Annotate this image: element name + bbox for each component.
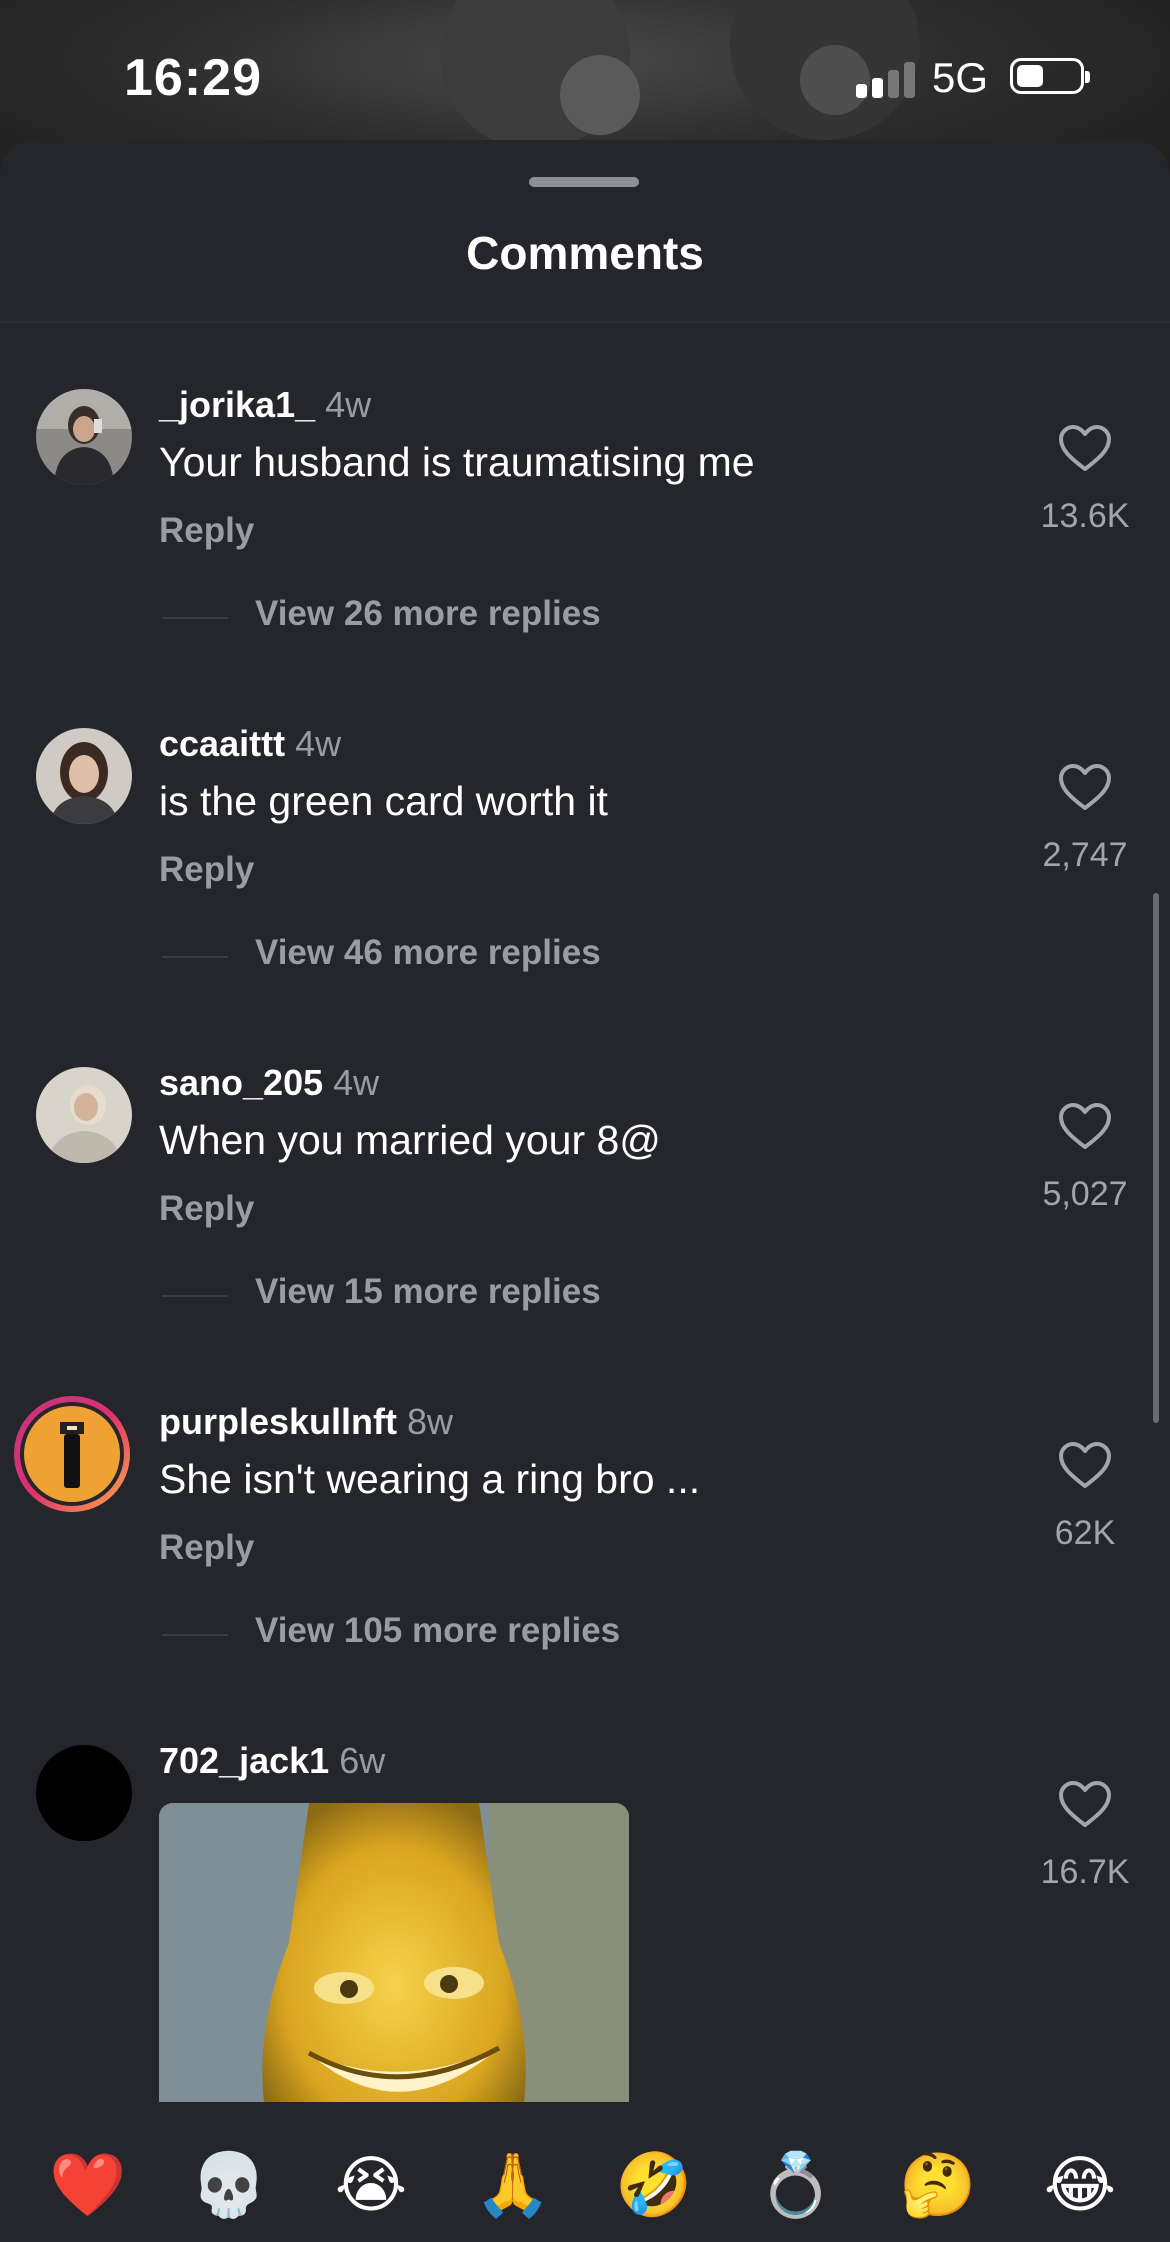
emoji-ring[interactable]: 💍: [756, 2146, 836, 2226]
heart-icon: [1059, 764, 1111, 810]
comment-username[interactable]: purpleskullnft: [159, 1401, 397, 1442]
drag-handle[interactable]: [529, 177, 639, 187]
comment-age: 4w: [325, 384, 372, 425]
comment-username[interactable]: ccaaittt: [159, 723, 285, 764]
like-count: 5,027: [1042, 1175, 1128, 1213]
sheet-title: Comments: [466, 227, 704, 279]
comment-age: 4w: [295, 723, 342, 764]
comment-text: is the green card worth it: [159, 778, 608, 824]
like-button[interactable]: [1040, 1101, 1130, 1151]
emoji-bar: ❤️ 💀 😭 🙏 🤣 💍 🤔 😂: [0, 2102, 1170, 2242]
like-count: 2,747: [1042, 836, 1128, 874]
comment-age: 6w: [339, 1740, 386, 1781]
like-count: 13.6K: [1040, 497, 1130, 535]
like-button[interactable]: [1040, 762, 1130, 812]
comment-age: 4w: [333, 1062, 380, 1103]
comment-username[interactable]: 702_jack1: [159, 1740, 329, 1781]
scrollbar[interactable]: [1153, 893, 1159, 1423]
like-count: 62K: [1054, 1514, 1116, 1552]
reply-button[interactable]: Reply: [159, 511, 254, 551]
battery-icon: [1010, 58, 1090, 94]
reply-button[interactable]: Reply: [159, 850, 254, 890]
network-label: 5G: [932, 54, 989, 101]
heart-icon: [1059, 1781, 1111, 1827]
comment-text: Your husband is traumatising me: [159, 439, 755, 485]
emoji-tears-of-joy[interactable]: 😂: [1040, 2146, 1120, 2226]
replies-line: [162, 1634, 228, 1636]
gif-image[interactable]: [159, 1803, 629, 2133]
comment-text: She isn't wearing a ring bro ...: [159, 1456, 701, 1502]
avatar[interactable]: [36, 389, 132, 485]
like-button[interactable]: [1040, 1779, 1130, 1829]
avatar[interactable]: [36, 728, 132, 824]
avatar[interactable]: [36, 1745, 132, 1841]
view-more-replies[interactable]: View 46 more replies: [255, 933, 601, 973]
reply-button[interactable]: Reply: [159, 1189, 254, 1229]
emoji-heart[interactable]: ❤️: [48, 2146, 128, 2226]
heart-icon: [1059, 425, 1111, 471]
like-count: 16.7K: [1040, 1853, 1130, 1891]
avatar[interactable]: [12, 1394, 132, 1514]
view-more-replies[interactable]: View 26 more replies: [255, 594, 601, 634]
comment-username[interactable]: _jorika1_: [159, 384, 315, 425]
header-divider: [0, 321, 1170, 323]
signal-icon: [856, 60, 916, 98]
view-more-replies[interactable]: View 105 more replies: [255, 1611, 620, 1651]
reply-button[interactable]: Reply: [159, 1528, 254, 1568]
emoji-skull[interactable]: 💀: [189, 2146, 269, 2226]
comment-username[interactable]: sano_205: [159, 1062, 323, 1103]
status-time: 16:29: [124, 49, 262, 107]
view-more-replies[interactable]: View 15 more replies: [255, 1272, 601, 1312]
comment-text: When you married your 8@: [159, 1117, 661, 1163]
emoji-folded-hands[interactable]: 🙏: [473, 2146, 553, 2226]
emoji-rolling-laughing[interactable]: 🤣: [614, 2146, 694, 2226]
status-bar: 16:29 5G: [0, 0, 1170, 140]
replies-line: [162, 617, 228, 619]
like-button[interactable]: [1040, 423, 1130, 473]
replies-line: [162, 1295, 228, 1297]
emoji-thinking[interactable]: 🤔: [898, 2146, 978, 2226]
like-button[interactable]: [1040, 1440, 1130, 1490]
avatar[interactable]: [36, 1067, 132, 1163]
comment-age: 8w: [407, 1401, 454, 1442]
emoji-loudly-crying[interactable]: 😭: [331, 2146, 411, 2226]
replies-line: [162, 956, 228, 958]
heart-icon: [1059, 1442, 1111, 1488]
heart-icon: [1059, 1103, 1111, 1149]
